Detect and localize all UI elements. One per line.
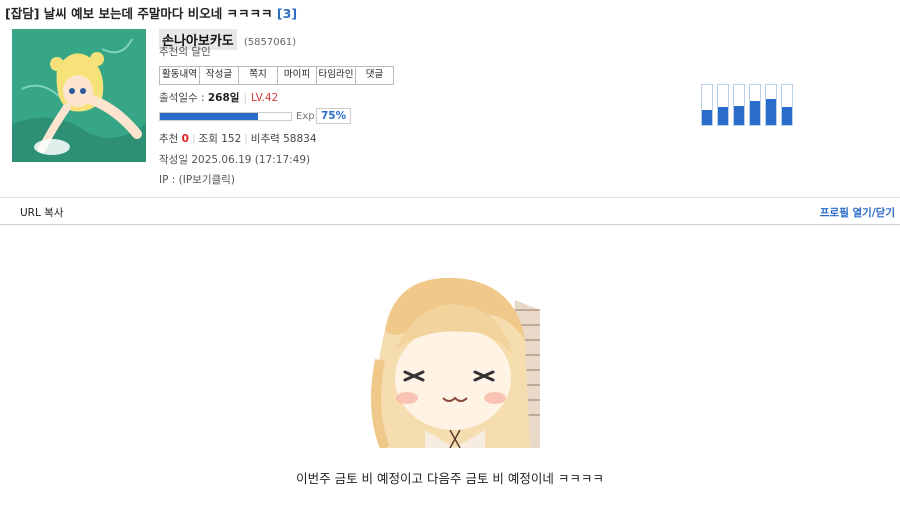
views-label: 조회 <box>198 133 218 145</box>
activity-bar <box>749 84 761 126</box>
avatar[interactable] <box>12 29 146 162</box>
url-copy-button[interactable]: URL 복사 <box>20 205 64 220</box>
ratio-label: 비추력 <box>250 133 280 145</box>
date-value: 2025.06.19 (17:17:49) <box>191 154 311 166</box>
menu-comments-button[interactable]: 댓글 <box>356 67 393 84</box>
ip-reveal-link[interactable]: (IP보기클릭) <box>179 174 235 186</box>
post-date: 작성일 2025.06.19 (17:17:49) <box>159 152 310 167</box>
post-title-text: 날씨 예보 보는데 주말마다 비오네 ㅋㅋㅋㅋ <box>43 6 273 21</box>
ip-label: IP : <box>159 174 176 186</box>
activity-bar-fill <box>782 107 792 125</box>
recommend-label: 추천 <box>159 133 179 145</box>
author-menu: 활동내역 작성글 쪽지 마이피 타임라인 댓글 <box>159 66 394 85</box>
activity-bar-fill <box>766 99 776 125</box>
menu-mypi-button[interactable]: 마이피 <box>278 67 317 84</box>
attendance-label: 출석일수 : <box>159 92 205 104</box>
activity-bar <box>733 84 745 126</box>
activity-bar-fill <box>734 105 744 125</box>
exp-percent: 75% <box>316 108 352 124</box>
exp-label: Exp. <box>296 111 318 122</box>
menu-posts-button[interactable]: 작성글 <box>200 67 239 84</box>
post-image <box>365 270 540 448</box>
date-label: 작성일 <box>159 154 188 166</box>
activity-bar-fill <box>702 109 712 125</box>
activity-bar-fill <box>750 101 760 125</box>
profile-toggle-button[interactable]: 프로필 열기/닫기 <box>820 205 895 220</box>
exp-progress-bar <box>159 112 292 121</box>
activity-graph <box>701 84 793 126</box>
post-body-text: 이번주 금토 비 예정이고 다음주 금토 비 예정이네 ㅋㅋㅋㅋ <box>296 471 604 486</box>
exp-progress-fill <box>160 113 259 120</box>
menu-activity-button[interactable]: 활동내역 <box>160 67 200 84</box>
menu-timeline-button[interactable]: 타임라인 <box>317 67 356 84</box>
activity-bar <box>765 84 777 126</box>
divider <box>0 197 900 198</box>
author-rank: 추천의 달인 <box>159 46 211 58</box>
attendance-value: 268일 <box>207 92 240 104</box>
post-stats: 추천 0 | 조회 152 | 비추력 58834 <box>159 133 317 145</box>
ratio-value: 58834 <box>283 133 317 145</box>
recommend-count: 0 <box>181 133 189 145</box>
author-user-id: (5857061) <box>243 37 297 48</box>
post-ip: IP : (IP보기클릭) <box>159 172 235 187</box>
activity-bar-fill <box>718 107 728 125</box>
post-category: [잡담] <box>5 6 40 21</box>
activity-bar <box>701 84 713 126</box>
views-count: 152 <box>221 133 242 145</box>
divider <box>0 224 900 225</box>
activity-bar <box>717 84 729 126</box>
post-title: [잡담] 날씨 예보 보는데 주말마다 비오네 ㅋㅋㅋㅋ [3] <box>5 3 297 22</box>
activity-bar <box>781 84 793 126</box>
menu-message-button[interactable]: 쪽지 <box>239 67 278 84</box>
attendance-row: 출석일수 : 268일 | LV.42 <box>159 92 279 104</box>
level-badge: LV.42 <box>250 92 279 104</box>
comment-count[interactable]: [3] <box>277 6 297 21</box>
